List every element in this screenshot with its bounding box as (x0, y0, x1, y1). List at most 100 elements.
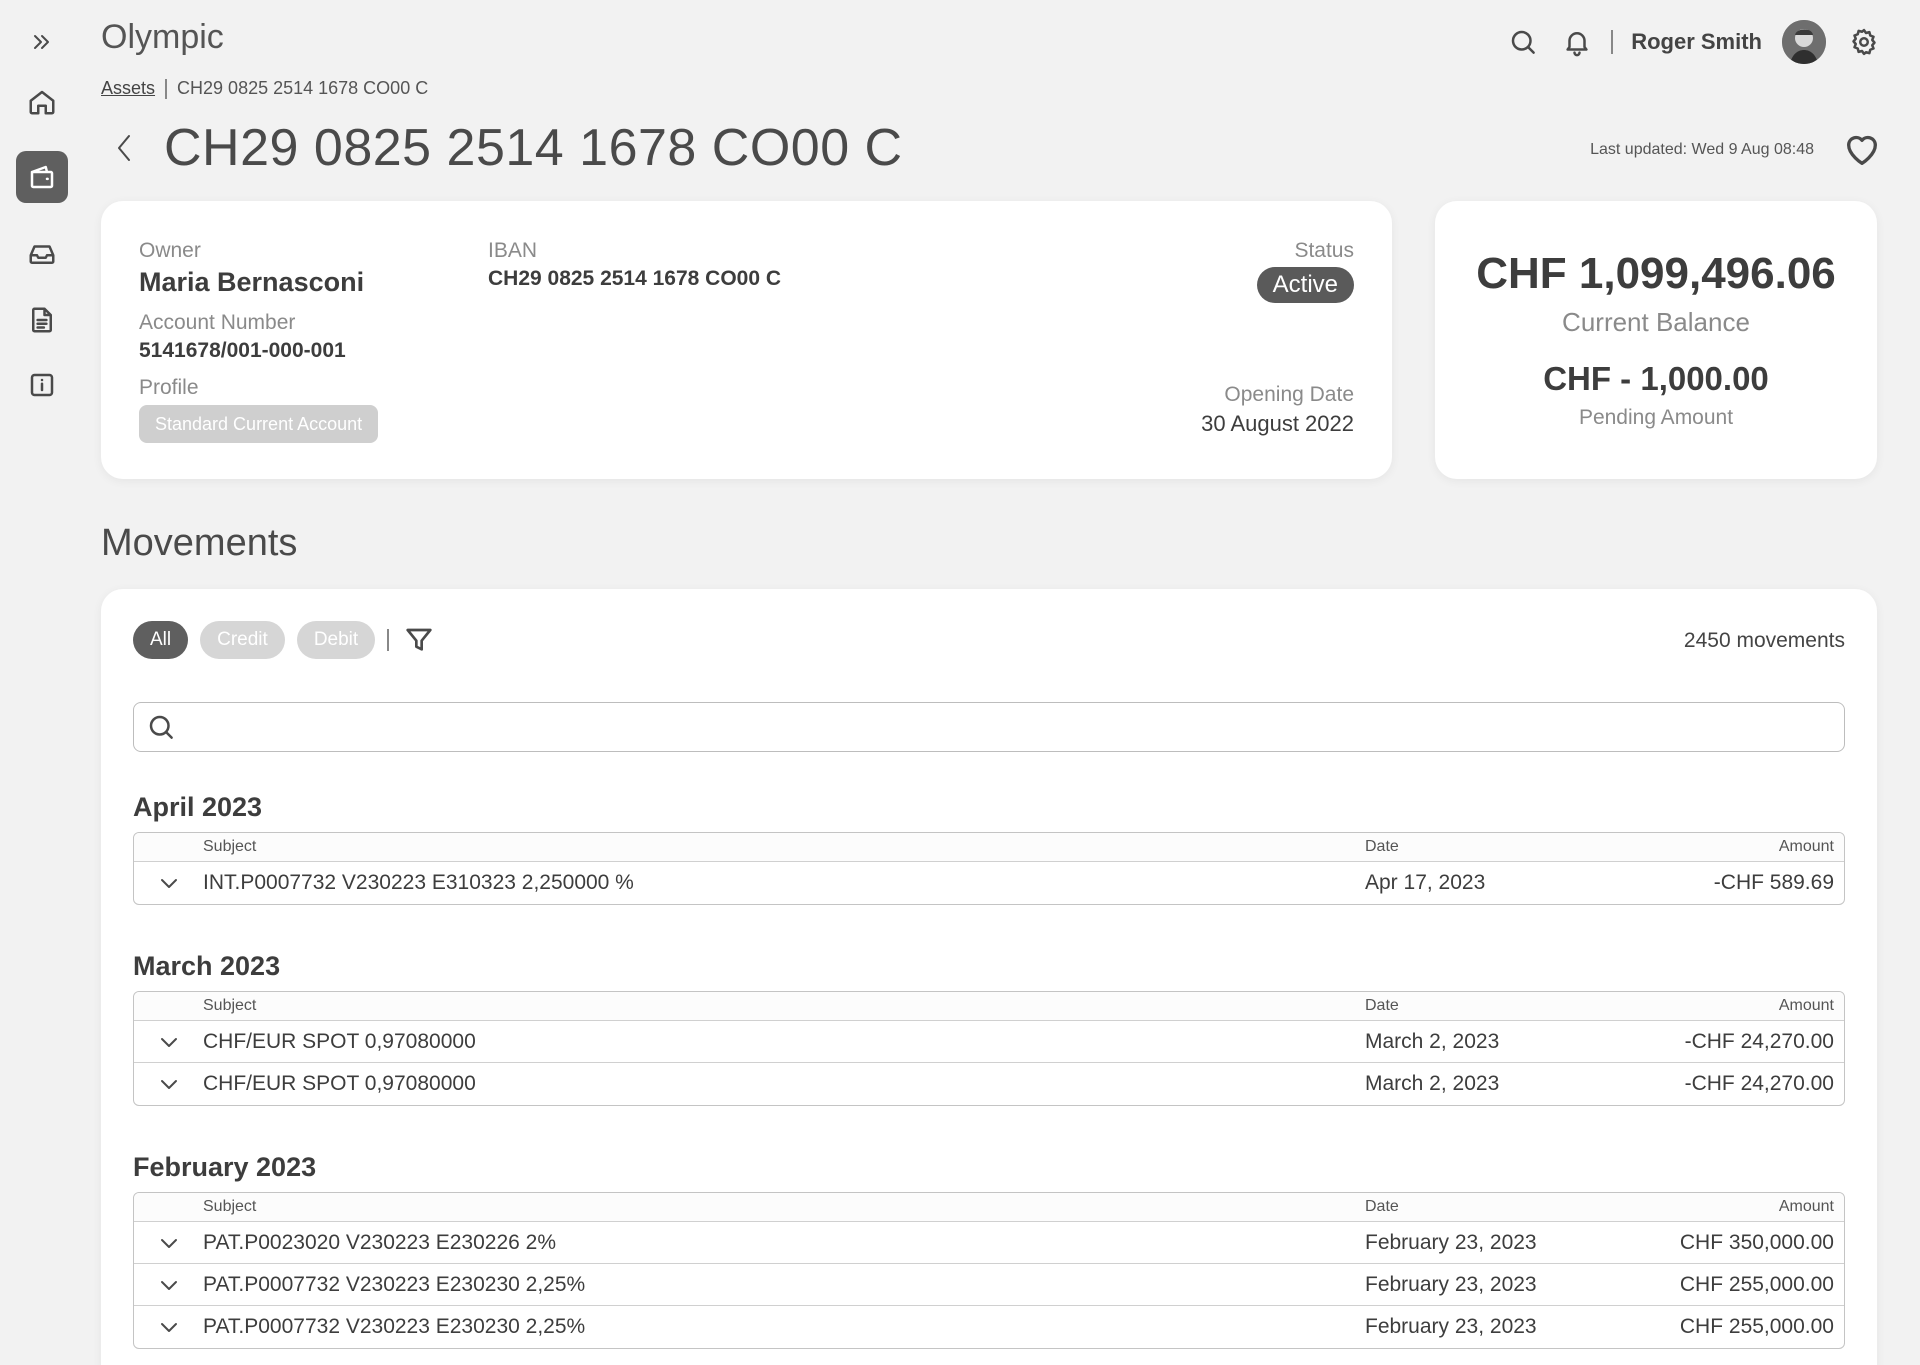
favorite-button[interactable] (1840, 128, 1884, 172)
funnel-icon (406, 628, 432, 651)
row-subject: INT.P0007732 V230223 E310323 2,250000 % (203, 871, 634, 894)
movements-table: Subject Date Amount PAT.P0023020 V230223… (133, 1192, 1845, 1349)
expand-row-button[interactable] (134, 871, 203, 895)
sidebar-item-documents[interactable] (16, 294, 68, 346)
table-header: Subject Date Amount (134, 992, 1844, 1021)
heart-icon (1847, 135, 1877, 165)
movements-table: Subject Date Amount INT.P0007732 V230223… (133, 832, 1845, 905)
row-date: March 2, 2023 (1365, 1072, 1500, 1095)
filter-credit-chip[interactable]: Credit (200, 621, 285, 659)
notifications-button[interactable] (1557, 22, 1597, 62)
movements-search-input[interactable] (186, 707, 1844, 747)
info-icon (30, 373, 54, 397)
last-updated-text: Last updated: Wed 9 Aug 08:48 (1590, 141, 1814, 158)
current-balance-label: Current Balance (1562, 307, 1750, 337)
avatar[interactable] (1782, 20, 1826, 64)
sidebar-item-info[interactable] (16, 359, 68, 411)
search-icon (1511, 30, 1536, 54)
settings-button[interactable] (1844, 22, 1884, 62)
page-title: CH29 0825 2514 1678 CO00 C (164, 119, 903, 177)
iban-label: IBAN (488, 239, 538, 262)
back-button[interactable] (110, 128, 140, 168)
document-icon (32, 307, 52, 333)
filter-button[interactable] (401, 622, 437, 658)
header-divider (1611, 30, 1614, 54)
row-subject: PAT.P0007732 V230223 E230230 2,25% (203, 1272, 586, 1296)
sidebar (0, 0, 84, 1365)
group-title: April 2023 (133, 792, 263, 822)
row-date: February 23, 2023 (1365, 1315, 1537, 1338)
pending-amount-value: CHF - 1,000.00 (1543, 360, 1769, 397)
filter-all-chip[interactable]: All (133, 621, 189, 659)
chevron-down-icon (160, 1323, 177, 1332)
table-row[interactable]: CHF/EUR SPOT 0,97080000 March 2, 2023 -C… (134, 1021, 1844, 1063)
row-amount: -CHF 589.69 (1713, 871, 1834, 894)
profile-label: Profile (139, 376, 199, 399)
opening-date-value: 30 August 2022 (1201, 411, 1354, 436)
table-row[interactable]: PAT.P0007732 V230223 E230230 2,25% Febru… (134, 1264, 1844, 1306)
table-row[interactable]: PAT.P0007732 V230223 E230230 2,25% Febru… (134, 1306, 1844, 1348)
search-button[interactable] (1503, 22, 1543, 62)
header-actions: Roger Smith (1503, 18, 1884, 66)
expand-row-button[interactable] (134, 1072, 203, 1096)
chevron-down-icon (160, 1080, 177, 1089)
movements-search (133, 702, 1845, 752)
expand-row-button[interactable] (134, 1273, 203, 1297)
row-date: March 2, 2023 (1365, 1029, 1500, 1053)
column-amount: Amount (1778, 838, 1834, 855)
breadcrumb-assets-link[interactable]: Assets (101, 78, 155, 99)
account-number-label: Account Number (139, 311, 296, 334)
chevron-down-icon (160, 1037, 177, 1047)
expand-row-button[interactable] (134, 1030, 203, 1054)
account-number-value: 5141678/001-000-001 (139, 339, 346, 362)
row-date: Apr 17, 2023 (1365, 871, 1486, 894)
column-subject: Subject (203, 997, 257, 1014)
column-subject: Subject (203, 838, 257, 855)
table-row[interactable]: CHF/EUR SPOT 0,97080000 March 2, 2023 -C… (134, 1063, 1844, 1105)
account-info-card: Owner Maria Bernasconi Account Number 51… (101, 201, 1392, 479)
column-date: Date (1365, 838, 1399, 855)
chevron-down-icon (160, 1238, 177, 1248)
current-balance-value: CHF 1,099,496.06 (1476, 249, 1836, 298)
expand-row-button[interactable] (134, 1231, 203, 1255)
row-subject: PAT.P0023020 V230223 E230226 2% (203, 1230, 557, 1254)
row-subject: PAT.P0007732 V230223 E230230 2,25% (203, 1315, 586, 1338)
movements-table: Subject Date Amount CHF/EUR SPOT 0,97080… (133, 991, 1845, 1106)
breadcrumb: Assets CH29 0825 2514 1678 CO00 C (101, 78, 428, 99)
movements-title: Movements (101, 522, 298, 564)
expand-row-button[interactable] (134, 1315, 203, 1339)
iban-value: CH29 0825 2514 1678 CO00 C (488, 267, 782, 290)
row-amount: CHF 350,000.00 (1679, 1230, 1834, 1254)
movement-filters: All Credit Debit (133, 621, 437, 659)
sidebar-item-home[interactable] (16, 76, 68, 128)
chevron-down-icon (160, 1280, 177, 1290)
sidebar-item-assets[interactable] (16, 151, 68, 203)
user-name[interactable]: Roger Smith (1631, 29, 1762, 55)
status-badge: Active (1256, 267, 1354, 303)
column-date: Date (1365, 1198, 1399, 1215)
inbox-icon (29, 245, 55, 264)
row-amount: CHF 255,000.00 (1679, 1272, 1834, 1296)
row-date: February 23, 2023 (1365, 1272, 1537, 1296)
row-subject: CHF/EUR SPOT 0,97080000 (203, 1072, 476, 1095)
column-amount: Amount (1778, 1198, 1834, 1215)
group-title: March 2023 (133, 951, 281, 981)
column-date: Date (1365, 997, 1399, 1014)
row-subject: CHF/EUR SPOT 0,97080000 (203, 1029, 476, 1053)
wallet-icon (30, 165, 54, 189)
row-amount: -CHF 24,270.00 (1684, 1072, 1834, 1095)
chevron-down-icon (160, 879, 177, 888)
table-row[interactable]: PAT.P0023020 V230223 E230226 2% February… (134, 1222, 1844, 1264)
pending-amount-label: Pending Amount (1578, 406, 1734, 429)
filter-debit-chip[interactable]: Debit (296, 621, 376, 659)
sidebar-item-inbox[interactable] (16, 228, 68, 280)
expand-sidebar-button[interactable] (16, 16, 68, 68)
bell-icon (1566, 32, 1588, 57)
row-amount: CHF 255,000.00 (1679, 1315, 1834, 1338)
chevron-left-icon (118, 135, 130, 161)
table-row[interactable]: INT.P0007732 V230223 E310323 2,250000 % … (134, 862, 1844, 904)
home-icon (29, 90, 55, 115)
movement-group-march-2023: March 2023 Subject Date Amount CHF/EUR S… (133, 951, 1845, 1106)
double-chevron-right-icon (34, 35, 49, 49)
group-title: February 2023 (133, 1152, 317, 1182)
